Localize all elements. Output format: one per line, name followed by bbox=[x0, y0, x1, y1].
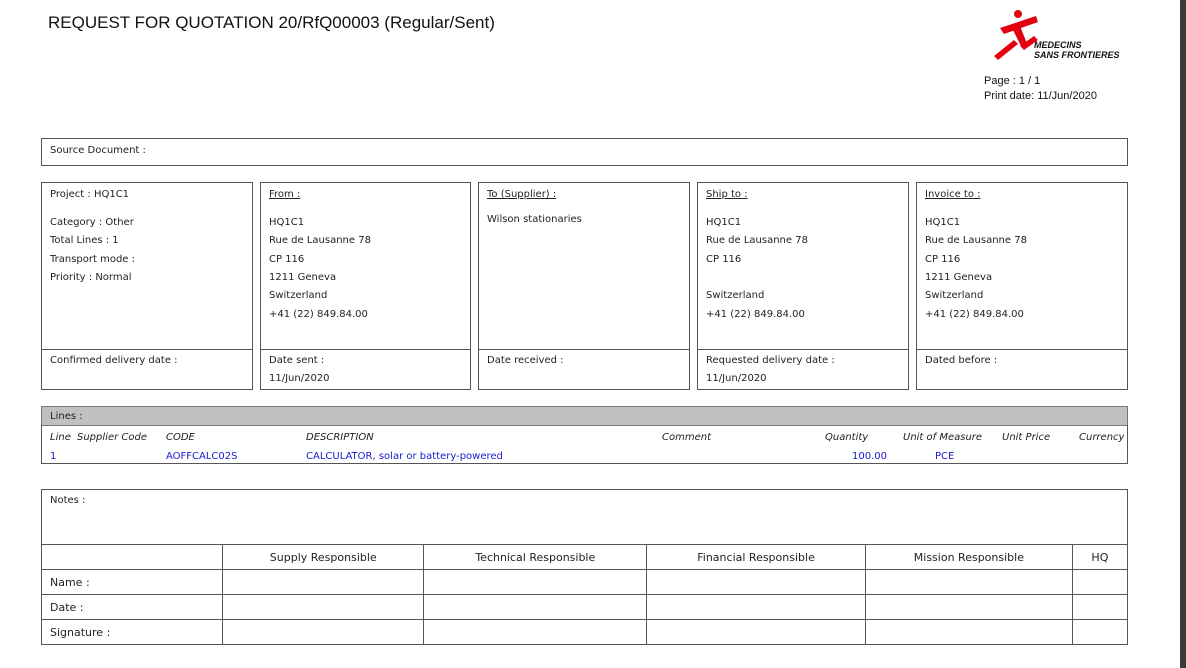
date-label: Date : bbox=[41, 594, 223, 620]
address-line: Rue de Lausanne 78 bbox=[925, 235, 1027, 246]
lines-label: Lines : bbox=[50, 411, 83, 422]
logo-line2: SANS FRONTIERES bbox=[1034, 50, 1120, 60]
address-line: Switzerland bbox=[706, 290, 765, 301]
signature-header-row: Supply Responsible Technical Responsible… bbox=[41, 544, 1129, 570]
supply-responsible-header: Supply Responsible bbox=[221, 544, 425, 570]
page-number: Page : 1 / 1 bbox=[984, 75, 1041, 87]
col-quantity: Quantity bbox=[825, 432, 869, 443]
source-document-label: Source Document : bbox=[50, 145, 146, 156]
address-line: Switzerland bbox=[925, 290, 984, 301]
signature-row: Name : bbox=[41, 569, 1129, 595]
supplier-name: Wilson stationaries bbox=[487, 214, 582, 225]
project-box: Project : HQ1C1 Category : Other Total L… bbox=[41, 182, 253, 390]
col-unit-of-measure: Unit of Measure bbox=[903, 432, 983, 443]
msf-logo: MEDECINS SANS FRONTIERES bbox=[990, 6, 1120, 62]
col-line: Line bbox=[50, 432, 71, 443]
address-line: CP 116 bbox=[269, 254, 305, 265]
project-label: Project : HQ1C1 bbox=[50, 189, 130, 200]
address-line: Rue de Lausanne 78 bbox=[706, 235, 808, 246]
row-description: CALCULATOR, solar or battery-powered bbox=[306, 451, 503, 462]
from-box: From : HQ1C1 Rue de Lausanne 78 CP 116 1… bbox=[260, 182, 471, 390]
address-line: HQ1C1 bbox=[269, 217, 305, 228]
financial-responsible-header: Financial Responsible bbox=[646, 544, 866, 570]
date-received-label: Date received : bbox=[487, 355, 564, 366]
signature-row: Date : bbox=[41, 594, 1129, 620]
document-title: REQUEST FOR QUOTATION 20/RfQ00003 (Regul… bbox=[48, 13, 495, 32]
to-supplier-label: To (Supplier) : bbox=[487, 189, 557, 200]
address-line: 1211 Geneva bbox=[269, 272, 337, 283]
invoice-to-box: Invoice to : HQ1C1 Rue de Lausanne 78 CP… bbox=[916, 182, 1128, 390]
row-quantity: 100.00 bbox=[852, 451, 887, 462]
address-line: CP 116 bbox=[706, 254, 742, 265]
address-line: CP 116 bbox=[925, 254, 961, 265]
address-line: Rue de Lausanne 78 bbox=[269, 235, 371, 246]
signature-table: Supply Responsible Technical Responsible… bbox=[41, 544, 1129, 645]
dated-before-label: Dated before : bbox=[925, 355, 998, 366]
mission-responsible-header: Mission Responsible bbox=[864, 544, 1073, 570]
row-line: 1 bbox=[50, 451, 57, 462]
row-code: AOFFCALC02S bbox=[166, 451, 238, 462]
col-description: DESCRIPTION bbox=[306, 432, 374, 443]
signature-row: Signature : bbox=[41, 619, 1129, 645]
to-supplier-box: To (Supplier) : Wilson stationaries Date… bbox=[478, 182, 690, 390]
print-date: Print date: 11/Jun/2020 bbox=[984, 90, 1097, 102]
col-currency: Currency bbox=[1079, 432, 1125, 443]
total-lines-label: Total Lines : 1 bbox=[50, 235, 119, 246]
technical-responsible-header: Technical Responsible bbox=[423, 544, 648, 570]
lines-header: Lines : bbox=[41, 406, 1128, 426]
source-document-box: Source Document : bbox=[41, 138, 1128, 166]
ship-to-box: Ship to : HQ1C1 Rue de Lausanne 78 CP 11… bbox=[697, 182, 909, 390]
address-phone: +41 (22) 849.84.00 bbox=[706, 309, 805, 320]
col-code: CODE bbox=[166, 432, 195, 443]
date-sent-label: Date sent : bbox=[269, 355, 325, 366]
col-comment: Comment bbox=[662, 432, 711, 443]
address-line: Switzerland bbox=[269, 290, 328, 301]
priority-label: Priority : Normal bbox=[50, 272, 132, 283]
address-line: HQ1C1 bbox=[925, 217, 961, 228]
notes-label: Notes : bbox=[50, 495, 86, 506]
address-line: 1211 Geneva bbox=[925, 272, 993, 283]
hq-header: HQ bbox=[1071, 544, 1129, 570]
scrollbar[interactable] bbox=[1180, 0, 1186, 668]
row-uom: PCE bbox=[935, 451, 955, 462]
requested-delivery-label: Requested delivery date : bbox=[706, 355, 835, 366]
ship-to-label: Ship to : bbox=[706, 189, 748, 200]
from-label: From : bbox=[269, 189, 301, 200]
transport-label: Transport mode : bbox=[50, 254, 136, 265]
notes-box: Notes : bbox=[41, 489, 1128, 545]
requested-delivery-value: 11/Jun/2020 bbox=[706, 373, 767, 384]
address-line: HQ1C1 bbox=[706, 217, 742, 228]
logo-line1: MEDECINS bbox=[1034, 40, 1082, 50]
address-phone: +41 (22) 849.84.00 bbox=[925, 309, 1024, 320]
date-sent-value: 11/Jun/2020 bbox=[269, 373, 330, 384]
col-unit-price: Unit Price bbox=[1002, 432, 1051, 443]
category-label: Category : Other bbox=[50, 217, 134, 228]
signature-label: Signature : bbox=[41, 619, 223, 645]
address-phone: +41 (22) 849.84.00 bbox=[269, 309, 368, 320]
confirmed-delivery-label: Confirmed delivery date : bbox=[50, 355, 178, 366]
name-label: Name : bbox=[41, 569, 223, 595]
col-supplier-code: Supplier Code bbox=[77, 432, 147, 443]
invoice-to-label: Invoice to : bbox=[925, 189, 981, 200]
